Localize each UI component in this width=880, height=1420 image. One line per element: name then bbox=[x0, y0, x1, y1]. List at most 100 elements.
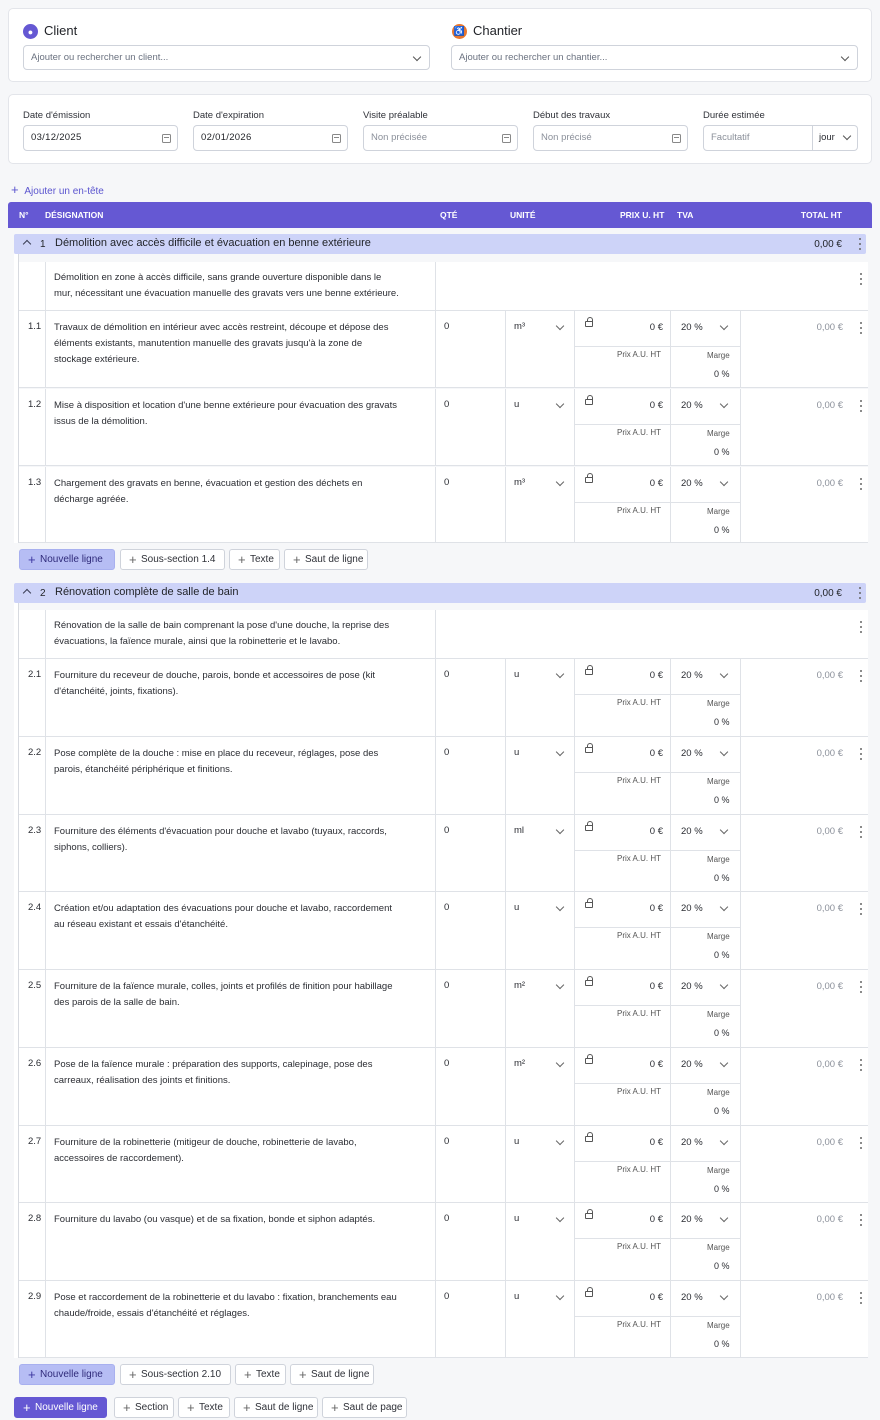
row-quantity[interactable]: 0 bbox=[444, 1291, 449, 1302]
row-unit[interactable]: u bbox=[514, 1136, 519, 1147]
lock-icon[interactable] bbox=[585, 395, 593, 405]
lock-icon[interactable] bbox=[585, 1054, 593, 1064]
section-header[interactable]: 1 Démolition avec accès difficile et évac… bbox=[14, 234, 866, 254]
row-unit[interactable]: u bbox=[514, 1291, 519, 1302]
footer-section-button[interactable]: Section bbox=[114, 1397, 174, 1418]
row-quantity[interactable]: 0 bbox=[444, 825, 449, 836]
row-quantity[interactable]: 0 bbox=[444, 1058, 449, 1069]
row-price[interactable]: 0 € bbox=[650, 478, 663, 489]
row-unit[interactable]: u bbox=[514, 399, 519, 410]
row-price[interactable]: 0 € bbox=[650, 670, 663, 681]
duree-unit-select[interactable]: jour bbox=[813, 125, 858, 151]
more-icon[interactable] bbox=[859, 826, 862, 838]
client-select[interactable]: Ajouter ou rechercher un client... bbox=[23, 45, 430, 70]
footer-new-line-button[interactable]: Nouvelle ligne bbox=[14, 1397, 107, 1418]
row-tva[interactable]: 20 % bbox=[681, 322, 703, 333]
more-icon[interactable] bbox=[859, 400, 862, 412]
row-tva[interactable]: 20 % bbox=[681, 826, 703, 837]
row-unit[interactable]: u bbox=[514, 1213, 519, 1224]
new-line-button[interactable]: Nouvelle ligne bbox=[19, 1364, 115, 1385]
row-designation[interactable]: Travaux de démolition en intérieur avec … bbox=[54, 320, 399, 368]
row-designation[interactable]: Fourniture du lavabo (ou vasque) et de s… bbox=[54, 1212, 399, 1228]
row-unit[interactable]: u bbox=[514, 747, 519, 758]
row-unit[interactable]: m³ bbox=[514, 477, 525, 488]
row-price[interactable]: 0 € bbox=[650, 1214, 663, 1225]
row-price[interactable]: 0 € bbox=[650, 322, 663, 333]
lock-icon[interactable] bbox=[585, 743, 593, 753]
row-tva[interactable]: 20 % bbox=[681, 748, 703, 759]
more-icon[interactable] bbox=[859, 273, 862, 285]
row-quantity[interactable]: 0 bbox=[444, 669, 449, 680]
row-quantity[interactable]: 0 bbox=[444, 747, 449, 758]
lock-icon[interactable] bbox=[585, 1209, 593, 1219]
row-marge[interactable]: 0 % bbox=[714, 447, 730, 457]
row-tva[interactable]: 20 % bbox=[681, 1137, 703, 1148]
footer-text-button[interactable]: Texte bbox=[178, 1397, 230, 1418]
row-designation[interactable]: Pose et raccordement de la robinetterie … bbox=[54, 1290, 399, 1322]
more-icon[interactable] bbox=[859, 1059, 862, 1071]
row-quantity[interactable]: 0 bbox=[444, 399, 449, 410]
more-icon[interactable] bbox=[859, 981, 862, 993]
row-quantity[interactable]: 0 bbox=[444, 1136, 449, 1147]
row-marge[interactable]: 0 % bbox=[714, 873, 730, 883]
section-header[interactable]: 2 Rénovation complète de salle de bain 0,0… bbox=[14, 583, 866, 603]
row-price[interactable]: 0 € bbox=[650, 748, 663, 759]
more-icon[interactable] bbox=[859, 322, 862, 334]
row-unit[interactable]: m² bbox=[514, 1058, 525, 1069]
emission-date-input[interactable]: 03/12/2025 bbox=[23, 125, 178, 151]
row-designation[interactable]: Pose de la faïence murale : préparation … bbox=[54, 1057, 399, 1089]
chevron-up-icon[interactable] bbox=[22, 239, 32, 249]
row-tva[interactable]: 20 % bbox=[681, 903, 703, 914]
row-price[interactable]: 0 € bbox=[650, 1292, 663, 1303]
row-price[interactable]: 0 € bbox=[650, 1137, 663, 1148]
row-quantity[interactable]: 0 bbox=[444, 980, 449, 991]
chevron-up-icon[interactable] bbox=[22, 588, 32, 598]
row-marge[interactable]: 0 % bbox=[714, 1028, 730, 1038]
more-icon[interactable] bbox=[859, 748, 862, 760]
section-title[interactable]: Démolition avec accès difficile et évacu… bbox=[55, 237, 371, 249]
more-icon[interactable] bbox=[859, 1292, 862, 1304]
new-line-button[interactable]: Nouvelle ligne bbox=[19, 549, 115, 570]
text-button[interactable]: Texte bbox=[229, 549, 280, 570]
more-icon[interactable] bbox=[859, 1214, 862, 1226]
row-quantity[interactable]: 0 bbox=[444, 902, 449, 913]
row-tva[interactable]: 20 % bbox=[681, 1292, 703, 1303]
lock-icon[interactable] bbox=[585, 976, 593, 986]
line-break-button[interactable]: Saut de ligne bbox=[284, 549, 368, 570]
more-icon[interactable] bbox=[859, 1137, 862, 1149]
row-marge[interactable]: 0 % bbox=[714, 1184, 730, 1194]
more-icon[interactable] bbox=[859, 903, 862, 915]
row-marge[interactable]: 0 % bbox=[714, 369, 730, 379]
row-tva[interactable]: 20 % bbox=[681, 670, 703, 681]
lock-icon[interactable] bbox=[585, 1132, 593, 1142]
lock-icon[interactable] bbox=[585, 898, 593, 908]
more-icon[interactable] bbox=[859, 621, 862, 633]
more-icon[interactable] bbox=[858, 238, 861, 250]
section-description[interactable]: Rénovation de la salle de bain comprenan… bbox=[54, 618, 399, 650]
footer-page-break-button[interactable]: Saut de page bbox=[322, 1397, 407, 1418]
row-quantity[interactable]: 0 bbox=[444, 1213, 449, 1224]
row-unit[interactable]: m² bbox=[514, 980, 525, 991]
row-tva[interactable]: 20 % bbox=[681, 478, 703, 489]
row-unit[interactable]: m³ bbox=[514, 321, 525, 332]
row-price[interactable]: 0 € bbox=[650, 1059, 663, 1070]
row-unit[interactable]: ml bbox=[514, 825, 524, 836]
row-marge[interactable]: 0 % bbox=[714, 950, 730, 960]
more-icon[interactable] bbox=[859, 478, 862, 490]
row-tva[interactable]: 20 % bbox=[681, 400, 703, 411]
lock-icon[interactable] bbox=[585, 821, 593, 831]
row-price[interactable]: 0 € bbox=[650, 826, 663, 837]
debut-date-input[interactable]: Non précisé bbox=[533, 125, 688, 151]
row-marge[interactable]: 0 % bbox=[714, 1106, 730, 1116]
footer-line-break-button[interactable]: Saut de ligne bbox=[234, 1397, 318, 1418]
line-break-button[interactable]: Saut de ligne bbox=[290, 1364, 374, 1385]
row-marge[interactable]: 0 % bbox=[714, 795, 730, 805]
row-designation[interactable]: Fourniture de la robinetterie (mitigeur … bbox=[54, 1135, 399, 1167]
row-marge[interactable]: 0 % bbox=[714, 525, 730, 535]
section-title[interactable]: Rénovation complète de salle de bain bbox=[55, 586, 238, 598]
row-unit[interactable]: u bbox=[514, 669, 519, 680]
row-designation[interactable]: Fourniture du receveur de douche, parois… bbox=[54, 668, 399, 700]
row-tva[interactable]: 20 % bbox=[681, 981, 703, 992]
subsection-button[interactable]: Sous-section 2.10 bbox=[120, 1364, 231, 1385]
row-designation[interactable]: Pose complète de la douche : mise en pla… bbox=[54, 746, 399, 778]
